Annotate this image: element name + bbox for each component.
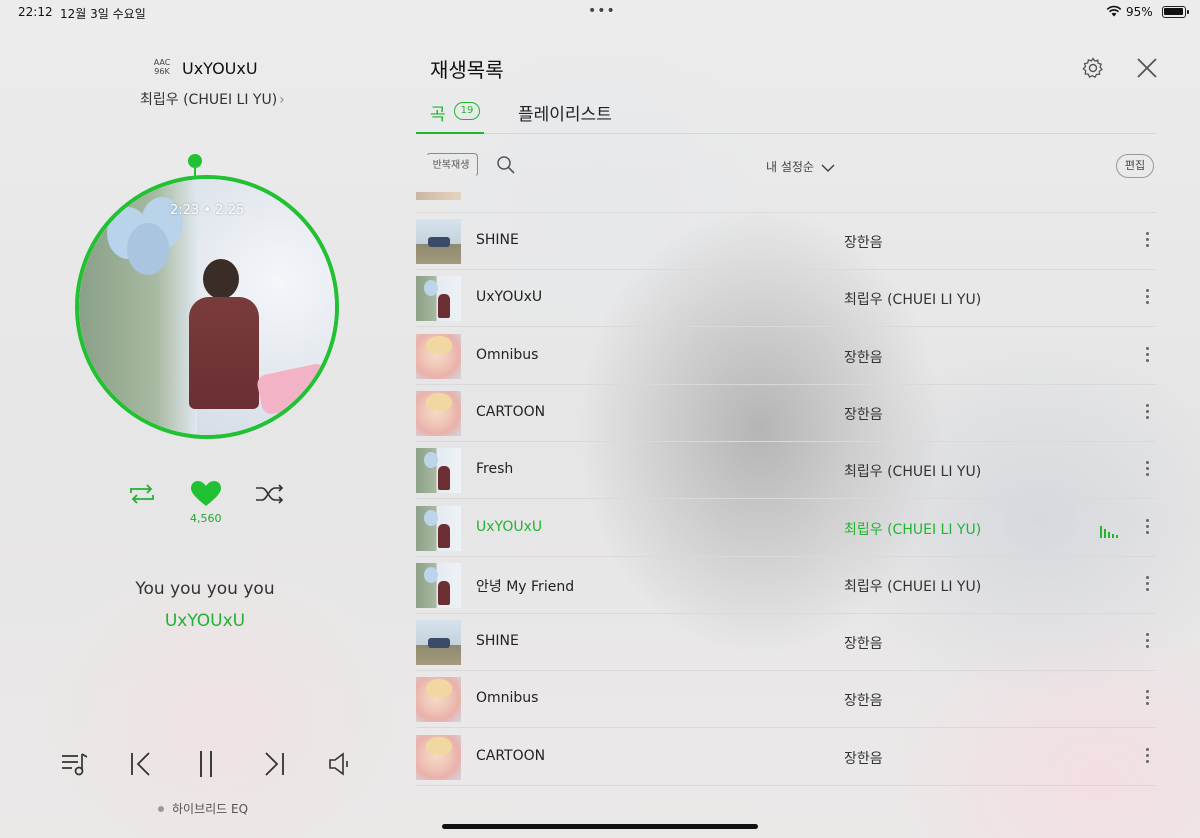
repeat-play-button[interactable]: 반복재생 [424, 153, 478, 179]
playlist-title: 재생목록 [430, 58, 504, 82]
list-item[interactable]: Omnibus 장한음 [416, 328, 1156, 385]
album-thumbnail [416, 448, 461, 494]
song-artist: 장한음 [844, 636, 883, 653]
list-item[interactable]: CARTOON 장한음 [416, 385, 1156, 442]
song-title: UxYOUxU [476, 518, 543, 535]
gear-icon[interactable] [1082, 57, 1104, 79]
more-options-icon[interactable] [1142, 346, 1152, 367]
pause-icon[interactable] [196, 750, 216, 778]
song-title: Omnibus [476, 690, 539, 707]
playlist-tabs: 곡 19 플레이리스트 [416, 98, 1156, 134]
list-item[interactable]: 안녕 My Friend 최립우 (CHUEI LI YU) [416, 557, 1156, 614]
list-item[interactable]: UxYOUxU 최립우 (CHUEI LI YU) [416, 270, 1156, 328]
song-title: CARTOON [476, 747, 546, 764]
song-artist: 장한음 [844, 750, 883, 767]
list-item-partial-thumbnail [416, 192, 461, 200]
more-options-icon[interactable] [1142, 747, 1152, 768]
progress-knob[interactable] [188, 154, 202, 168]
status-bar: 22:12 12월 3일 수요일 ••• 95% [0, 0, 1200, 26]
album-thumbnail [416, 276, 461, 322]
tab-playlists[interactable]: 플레이리스트 [518, 100, 612, 125]
album-thumbnail [416, 677, 461, 723]
chevron-down-icon [821, 163, 835, 172]
sort-dropdown[interactable]: 내 설정순 [766, 158, 835, 175]
song-artist: 장한음 [844, 693, 883, 710]
playlist-queue-icon[interactable] [61, 750, 89, 778]
more-options-icon[interactable] [1142, 403, 1152, 424]
battery-icon [1162, 6, 1189, 18]
next-track-icon[interactable] [262, 750, 286, 778]
more-options-icon[interactable] [1142, 461, 1152, 481]
playlist-panel: 재생목록 곡 19 플레이리스트 반복재생 내 설정순 편집 SHINE 장한음 [416, 26, 1200, 838]
list-item[interactable]: Fresh 최립우 (CHUEI LI YU) [416, 442, 1156, 500]
close-icon[interactable] [1136, 57, 1158, 79]
lyric-track-title: UxYOUxU [164, 611, 246, 631]
album-thumbnail [416, 620, 461, 666]
sort-label: 내 설정순 [766, 160, 814, 174]
more-options-icon[interactable] [1142, 518, 1152, 539]
wifi-icon [1106, 5, 1122, 17]
list-item[interactable]: SHINE 장한음 [416, 213, 1156, 270]
song-title: SHINE [476, 232, 519, 248]
multitasking-dots[interactable]: ••• [588, 3, 616, 19]
album-thumbnail [416, 562, 461, 608]
active-tab-underline [416, 132, 484, 134]
track-title: UxYOUxU [182, 59, 258, 78]
track-artist: 최립우 (CHUEI LI YU) [140, 92, 278, 108]
tab-songs-label: 곡 [430, 105, 446, 125]
album-thumbnail [416, 505, 461, 551]
more-options-icon[interactable] [1142, 232, 1152, 252]
more-options-icon[interactable] [1142, 289, 1152, 309]
repeat-icon[interactable] [127, 484, 157, 504]
heart-icon[interactable] [190, 481, 222, 507]
elapsed-time: 2:23 • 2:25 [170, 203, 245, 218]
more-options-icon[interactable] [1142, 633, 1152, 653]
song-artist: 최립우 (CHUEI LI YU) [844, 521, 982, 538]
song-title: 안녕 My Friend [476, 578, 575, 595]
song-title: Fresh [476, 461, 514, 478]
song-list: SHINE 장한음 UxYOUxU 최립우 (CHUEI LI YU) Omnibus 장… [416, 192, 1156, 792]
shuffle-icon[interactable] [255, 484, 285, 504]
status-date: 12월 3일 수요일 [60, 7, 146, 21]
edit-button[interactable]: 편집 [1116, 154, 1154, 178]
volume-icon[interactable] [328, 750, 350, 778]
album-thumbnail [416, 333, 461, 379]
battery-percent: 95% [1126, 5, 1153, 19]
more-options-icon[interactable] [1142, 690, 1152, 710]
now-playing-panel: AAC 96K UxYOUxU 최립우 (CHUEI LI YU) › 2:23 … [0, 26, 410, 838]
song-artist: 장한음 [844, 349, 883, 366]
lyric-line[interactable]: You you you you [0, 579, 410, 599]
song-count-badge: 19 [454, 102, 480, 120]
more-options-icon[interactable] [1142, 575, 1152, 596]
list-item[interactable]: SHINE 장한음 [416, 614, 1156, 672]
song-artist: 최립우 (CHUEI LI YU) [844, 464, 982, 481]
previous-track-icon[interactable] [129, 750, 153, 778]
search-icon[interactable] [496, 155, 516, 175]
song-artist: 최립우 (CHUEI LI YU) [844, 578, 982, 595]
song-artist: 장한음 [844, 235, 883, 251]
status-time: 22:12 [18, 5, 53, 19]
song-artist: 장한음 [844, 406, 883, 423]
chevron-right-icon: › [279, 92, 285, 108]
track-artist-link[interactable]: 최립우 (CHUEI LI YU) › [140, 89, 285, 109]
album-thumbnail [416, 734, 461, 780]
song-title: Omnibus [476, 346, 539, 363]
song-title: SHINE [476, 633, 519, 650]
album-thumbnail [416, 390, 461, 436]
album-thumbnail [416, 219, 461, 264]
playlist-toolbar: 반복재생 내 설정순 편집 [416, 150, 1156, 182]
now-playing-equalizer-icon [1100, 524, 1118, 538]
codec-badge: AAC 96K [153, 58, 171, 76]
hybrid-eq-toggle[interactable]: 하이브리드 EQ [158, 800, 248, 817]
list-item[interactable]: Omnibus 장한음 [416, 671, 1156, 729]
song-artist: 최립우 (CHUEI LI YU) [844, 292, 982, 309]
list-item[interactable]: CARTOON 장한음 [416, 729, 1156, 786]
home-indicator[interactable] [442, 824, 758, 829]
song-title: CARTOON [476, 403, 546, 420]
list-item[interactable]: UxYOUxU 최립우 (CHUEI LI YU) [416, 500, 1156, 557]
like-count: 4,560 [190, 512, 222, 525]
song-title: UxYOUxU [476, 289, 543, 306]
